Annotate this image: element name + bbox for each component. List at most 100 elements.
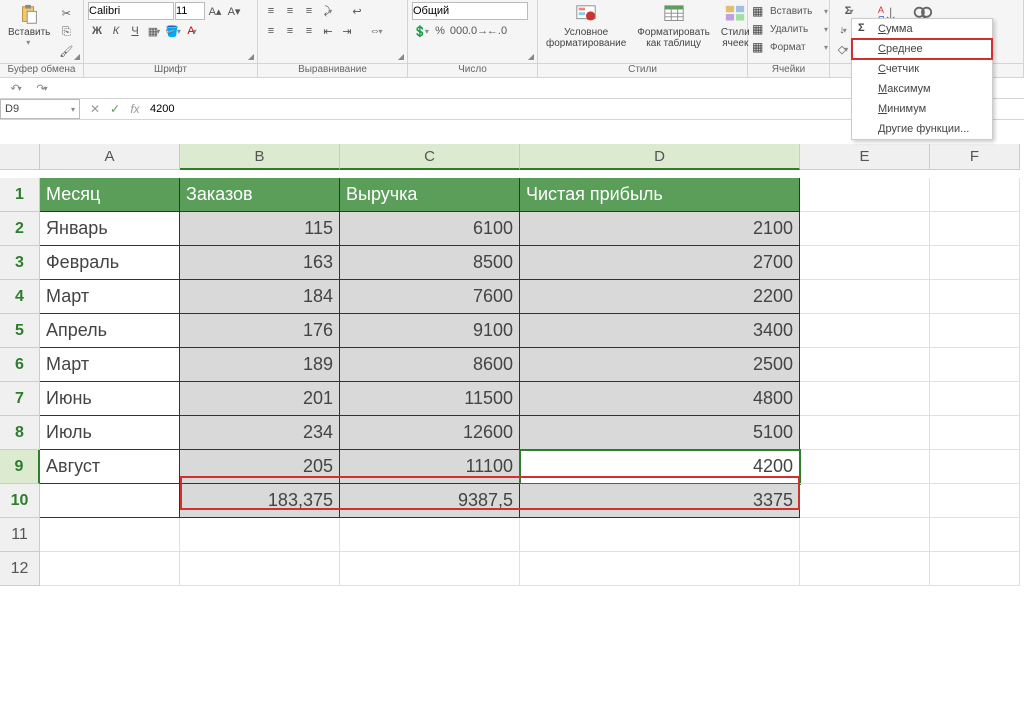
cell[interactable] [40, 518, 180, 552]
fx-button[interactable]: fx [126, 100, 144, 118]
row-header[interactable]: 1 [0, 178, 40, 212]
name-box[interactable]: D9 ▾ [0, 99, 80, 119]
row-header[interactable]: 9 [0, 450, 40, 484]
row-header[interactable]: 12 [0, 552, 40, 586]
number-launcher[interactable]: ◢ [526, 52, 536, 62]
cell[interactable] [800, 518, 930, 552]
bold-button[interactable]: Ж [88, 22, 106, 40]
cell-profit[interactable]: 4800 [520, 382, 800, 416]
cell-month[interactable]: Апрель [40, 314, 180, 348]
cell[interactable] [40, 484, 180, 518]
currency-button[interactable]: 💲▾ [412, 22, 430, 40]
cell-profit[interactable]: 2500 [520, 348, 800, 382]
table-header-cell[interactable]: Месяц [40, 178, 180, 212]
select-all-corner[interactable] [0, 144, 40, 170]
font-name-select[interactable] [88, 2, 174, 20]
cell[interactable] [930, 416, 1020, 450]
align-right-button[interactable]: ≡ [300, 22, 318, 40]
cell[interactable] [930, 314, 1020, 348]
cell[interactable] [800, 178, 930, 212]
cell-profit[interactable]: 2700 [520, 246, 800, 280]
cell[interactable] [800, 246, 930, 280]
cell[interactable] [340, 552, 520, 586]
borders-button[interactable]: ▦▾ [145, 22, 163, 40]
cell-profit[interactable]: 4200 [520, 450, 800, 484]
cell-revenue[interactable]: 11500 [340, 382, 520, 416]
enter-formula-button[interactable]: ✓ [106, 100, 124, 118]
table-header-cell[interactable]: Чистая прибыль [520, 178, 800, 212]
column-header[interactable]: F [930, 144, 1020, 170]
cell-profit[interactable]: 3400 [520, 314, 800, 348]
table-header-cell[interactable]: Выручка [340, 178, 520, 212]
percent-button[interactable]: % [431, 22, 449, 40]
column-header[interactable]: B [180, 144, 340, 170]
cell[interactable] [800, 552, 930, 586]
underline-button[interactable]: Ч [126, 22, 144, 40]
row-header[interactable]: 4 [0, 280, 40, 314]
align-left-button[interactable]: ≡ [262, 22, 280, 40]
cell[interactable] [800, 348, 930, 382]
cell-revenue[interactable]: 6100 [340, 212, 520, 246]
cell-month[interactable]: Январь [40, 212, 180, 246]
cell-revenue[interactable]: 9100 [340, 314, 520, 348]
clipboard-launcher[interactable]: ◢ [72, 52, 82, 62]
cell[interactable] [930, 348, 1020, 382]
decrease-font-button[interactable]: A▾ [225, 2, 243, 20]
cell-summary-profit[interactable]: 3375 [520, 484, 800, 518]
table-header-cell[interactable]: Заказов [180, 178, 340, 212]
autosum-menu-item[interactable]: Минимум [852, 99, 992, 119]
increase-font-button[interactable]: A▴ [206, 2, 224, 20]
cell-revenue[interactable]: 8500 [340, 246, 520, 280]
copy-button[interactable]: ⎘ [57, 23, 75, 41]
cell-revenue[interactable]: 11100 [340, 450, 520, 484]
cell-orders[interactable]: 163 [180, 246, 340, 280]
font-size-select[interactable] [175, 2, 205, 20]
paste-button[interactable]: Вставить ▾ [4, 2, 54, 49]
cell-revenue[interactable]: 7600 [340, 280, 520, 314]
wrap-text-button[interactable]: ↩ [338, 2, 376, 20]
cell[interactable] [800, 212, 930, 246]
cell[interactable] [180, 552, 340, 586]
cell[interactable] [340, 518, 520, 552]
row-header[interactable]: 10 [0, 484, 40, 518]
delete-button[interactable]: Удалить [769, 20, 825, 38]
cell-month[interactable]: Март [40, 348, 180, 382]
cell[interactable] [930, 552, 1020, 586]
italic-button[interactable]: К [107, 22, 125, 40]
cut-button[interactable]: ✂ [57, 4, 75, 22]
row-header[interactable]: 6 [0, 348, 40, 382]
undo-button[interactable]: ↶▾ [6, 79, 26, 97]
cell[interactable] [180, 518, 340, 552]
cell[interactable] [800, 484, 930, 518]
cell[interactable] [800, 382, 930, 416]
row-header[interactable]: 11 [0, 518, 40, 552]
column-header[interactable]: C [340, 144, 520, 170]
row-header[interactable]: 8 [0, 416, 40, 450]
cell-orders[interactable]: 184 [180, 280, 340, 314]
column-header[interactable]: A [40, 144, 180, 170]
cell-orders[interactable]: 234 [180, 416, 340, 450]
cell[interactable] [520, 552, 800, 586]
autosum-menu-item[interactable]: Максимум [852, 79, 992, 99]
cell-orders[interactable]: 115 [180, 212, 340, 246]
cell-profit[interactable]: 2100 [520, 212, 800, 246]
cell[interactable] [520, 518, 800, 552]
row-header[interactable]: 5 [0, 314, 40, 348]
cell-profit[interactable]: 2200 [520, 280, 800, 314]
font-color-button[interactable]: A▾ [183, 22, 201, 40]
cell-orders[interactable]: 205 [180, 450, 340, 484]
redo-button[interactable]: ↷▾ [32, 79, 52, 97]
cell-month[interactable]: Июнь [40, 382, 180, 416]
autosum-menu-item[interactable]: ΣСумма [852, 19, 992, 39]
sheet-grid[interactable]: ABCDEF1МесяцЗаказовВыручкаЧистая прибыль… [0, 144, 1024, 586]
decrease-decimal-button[interactable]: ←.0 [488, 22, 506, 40]
orientation-button[interactable]: ⤸▾ [319, 2, 337, 20]
cell-month[interactable]: Март [40, 280, 180, 314]
cell-orders[interactable]: 189 [180, 348, 340, 382]
column-header[interactable]: E [800, 144, 930, 170]
cell[interactable] [800, 280, 930, 314]
cell-month[interactable]: Август [40, 450, 180, 484]
cancel-formula-button[interactable]: ✕ [86, 100, 104, 118]
cell[interactable] [930, 280, 1020, 314]
fill-color-button[interactable]: 🪣▾ [164, 22, 182, 40]
